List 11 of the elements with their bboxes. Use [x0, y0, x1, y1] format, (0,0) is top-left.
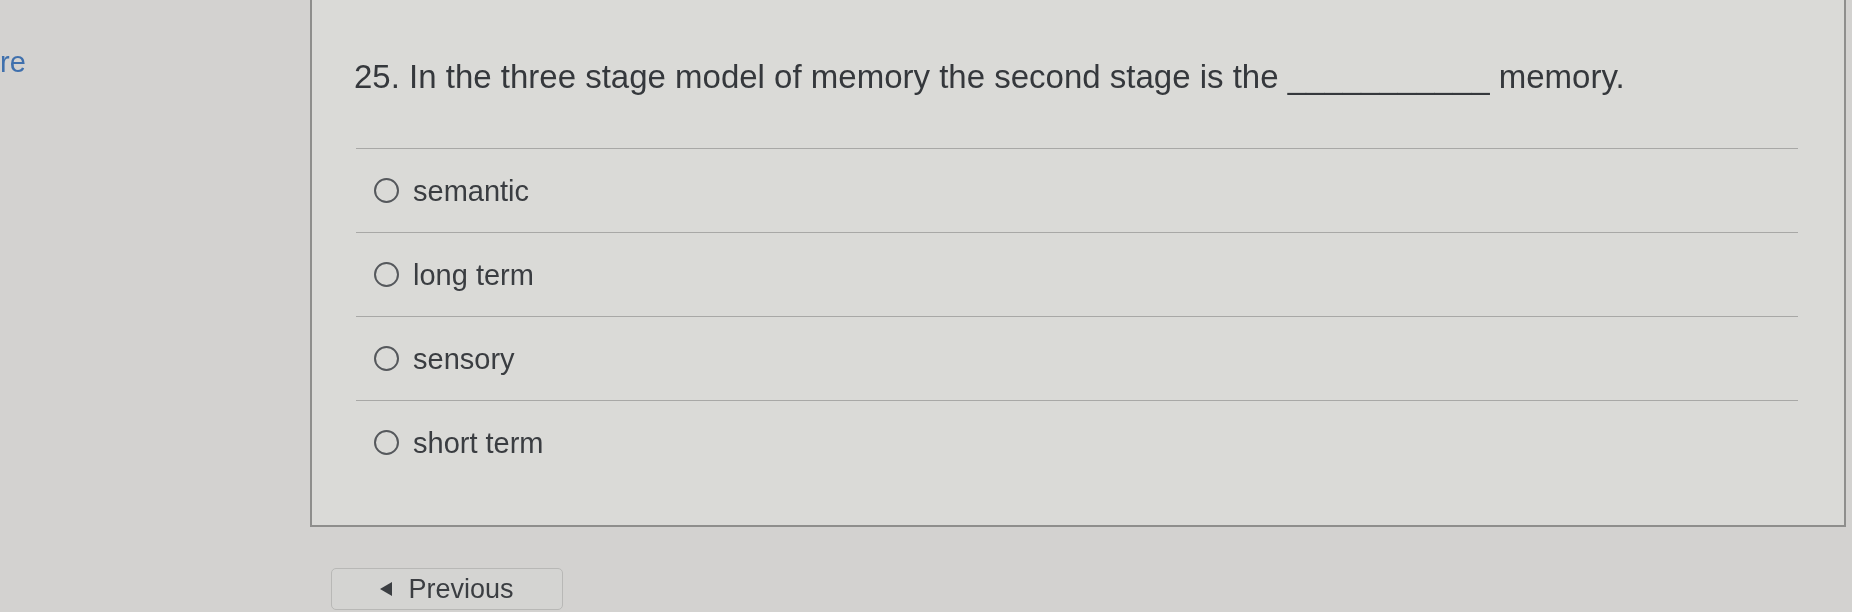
radio-button[interactable]	[374, 178, 399, 203]
option-label[interactable]: semantic	[413, 172, 530, 209]
option-label[interactable]: short term	[413, 424, 544, 461]
option-label[interactable]: long term	[413, 256, 534, 293]
previous-button[interactable]: Previous	[331, 568, 563, 610]
question-text: 25. In the three stage model of memory the second stage is the ___________ memory.	[354, 57, 1626, 97]
option-label[interactable]: sensory	[413, 340, 515, 377]
radio-button[interactable]	[374, 262, 399, 287]
left-caret-icon	[380, 582, 393, 596]
radio-button[interactable]	[374, 346, 399, 371]
radio-button[interactable]	[374, 430, 399, 455]
